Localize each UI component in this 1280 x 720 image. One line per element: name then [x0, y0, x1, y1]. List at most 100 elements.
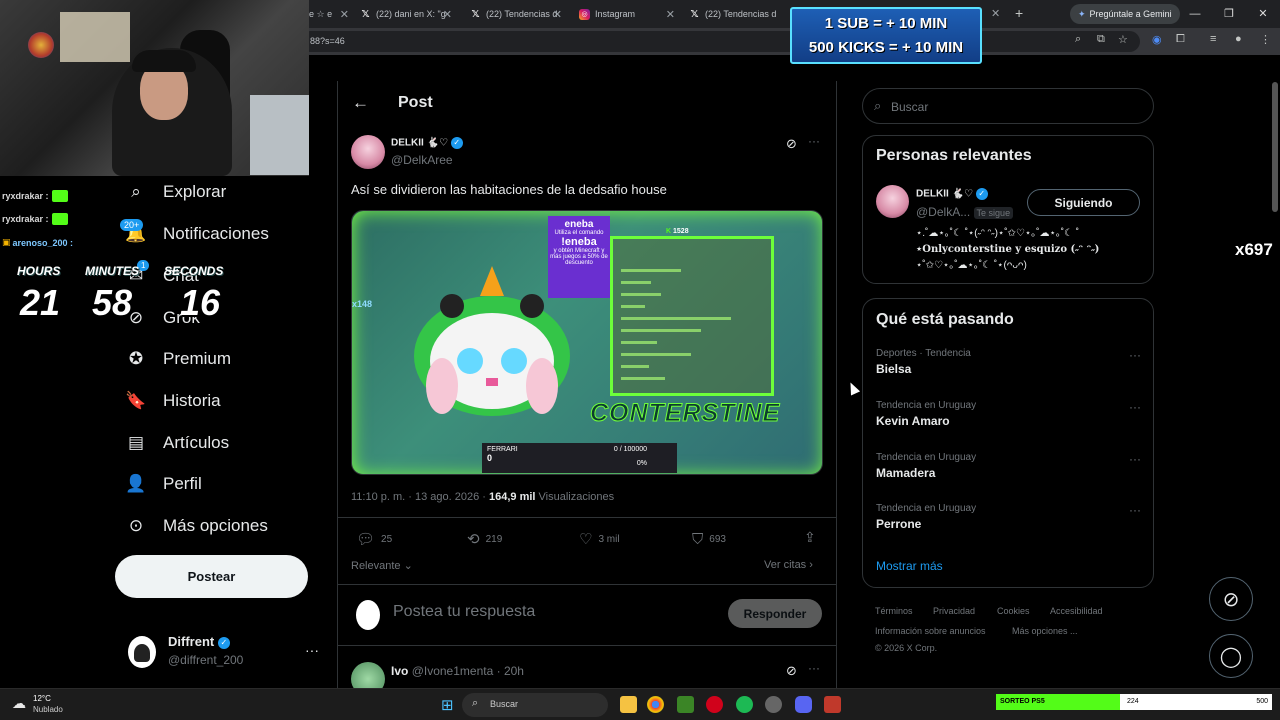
minecraft-icon[interactable]	[677, 696, 694, 713]
nav-explorar[interactable]: ⌕ Explorar	[125, 177, 226, 207]
avatar[interactable]	[128, 636, 156, 668]
close-tab-icon[interactable]: ✕	[340, 8, 349, 21]
weather-temp[interactable]: 12°C	[33, 694, 51, 703]
url-field[interactable]: 88?s=46	[300, 31, 1140, 52]
trend-more-icon[interactable]: ···	[1129, 400, 1141, 414]
nav-mas-opciones[interactable]: ⊙ Más opciones	[125, 511, 268, 541]
footer-privacy[interactable]: Privacidad	[933, 606, 975, 616]
discord-icon[interactable]	[795, 696, 812, 713]
menu-kebab-icon[interactable]: ⋮	[1260, 33, 1271, 46]
account-more-icon[interactable]: ···	[305, 642, 319, 658]
close-window-icon[interactable]: ✕	[1246, 0, 1280, 28]
extensions-puzzle-icon[interactable]: ⧠	[1176, 33, 1185, 46]
footer-terms[interactable]: Términos	[875, 606, 913, 616]
steam-icon[interactable]	[765, 696, 782, 713]
person-handle: @DelkA...	[916, 205, 971, 219]
person-name-row[interactable]: DELKII 🐇♡ ✓	[916, 188, 988, 200]
close-tab-icon[interactable]: ✕	[991, 7, 1000, 20]
footer-more[interactable]: Más opciones ...	[1012, 626, 1078, 636]
bio-line: ⋆˚✩♡⋆｡˚☁︎⋆｡˚☾ ˚⋆(ᴖᴗᴖ)	[916, 260, 1027, 271]
minimize-icon[interactable]: —	[1178, 0, 1212, 28]
post-media-image[interactable]: x148 eneba Utiliza el comando !eneba y o…	[351, 210, 823, 475]
app-icon[interactable]	[824, 696, 841, 713]
share-icon[interactable]: ⇪	[804, 529, 816, 546]
chrome-icon[interactable]	[647, 696, 664, 713]
bookmark-button[interactable]: ⛉ 693	[692, 531, 726, 548]
trend-more-icon[interactable]: ···	[1129, 348, 1141, 362]
file-explorer-icon[interactable]	[620, 696, 637, 713]
back-arrow-icon[interactable]: ←	[352, 93, 369, 113]
view-count: 164,9 mil	[489, 491, 536, 503]
show-more-link[interactable]: Mostrar más	[876, 559, 943, 573]
browser-tab[interactable]: 𝕏 (22) Tendencias d ✕	[470, 4, 562, 24]
trend-more-icon[interactable]: ···	[1129, 503, 1141, 517]
author-handle[interactable]: @DelkAree	[391, 153, 453, 167]
spotify-icon[interactable]	[736, 696, 753, 713]
following-button[interactable]: Siguiendo	[1027, 189, 1140, 216]
nav-notificaciones[interactable]: 🔔 Notificaciones	[125, 219, 268, 249]
close-tab-icon[interactable]: ✕	[666, 8, 675, 21]
nav-articulos[interactable]: ▤ Artículos	[125, 428, 229, 458]
post-more-icon[interactable]: ···	[808, 134, 820, 148]
tab-title: (22) Tendencias d	[486, 9, 558, 19]
close-tab-icon[interactable]: ✕	[443, 8, 452, 21]
trend-item[interactable]: Tendencia en Uruguay Perrone ···	[876, 503, 1141, 531]
scrollbar[interactable]	[1272, 82, 1278, 212]
extension-icon[interactable]: ◉	[1152, 33, 1162, 46]
trend-more-icon[interactable]: ···	[1129, 452, 1141, 466]
sort-label: Relevante	[351, 560, 401, 572]
footer-cookies[interactable]: Cookies	[997, 606, 1030, 616]
media-multiplier: x148	[352, 299, 373, 309]
sort-dropdown[interactable]: Relevante ⌄	[351, 559, 413, 572]
browser-tab[interactable]: ◎ Instagram ✕	[579, 4, 675, 24]
opera-icon[interactable]	[706, 696, 723, 713]
nav-perfil[interactable]: 👤 Perfil	[125, 469, 201, 499]
nav-premium[interactable]: ✪ Premium	[125, 344, 231, 374]
author-name: DELKII 🐇♡	[391, 137, 448, 149]
trend-item[interactable]: Tendencia en Uruguay Mamadera ···	[876, 452, 1141, 480]
view-quotes-link[interactable]: Ver citas ›	[764, 559, 813, 571]
reply-author-row[interactable]: Ivo @Ivone1menta · 20h	[391, 664, 524, 678]
like-button[interactable]: ♡ 3 mil	[579, 531, 620, 548]
new-tab-icon[interactable]: +	[1015, 5, 1023, 21]
windows-start-icon[interactable]: ⊞	[441, 696, 454, 714]
close-tab-icon[interactable]: ✕	[553, 8, 562, 21]
post-button[interactable]: Postear	[115, 555, 308, 598]
grok-explain-icon[interactable]: ⊘	[786, 663, 797, 679]
footer-accessibility[interactable]: Accesibilidad	[1050, 606, 1103, 616]
browser-tab[interactable]: 𝕏 (22) Tendencias d	[689, 4, 781, 24]
profile-icon[interactable]: ●	[1235, 33, 1242, 45]
maximize-icon[interactable]: ❐	[1212, 0, 1246, 28]
cloud-icon: ☁	[12, 695, 26, 711]
weather-desc[interactable]: Nublado	[33, 705, 63, 714]
search-icon: ⌕	[131, 182, 141, 201]
browser-tab[interactable]: 𝕏 (22) dani en X: "g ✕	[360, 4, 452, 24]
grok-explain-icon[interactable]: ⊘	[786, 136, 797, 152]
footer-ads-info[interactable]: Información sobre anuncios	[875, 626, 986, 636]
messages-float-button[interactable]: ◯	[1209, 634, 1253, 678]
trend-item[interactable]: Deportes · Tendencia Bielsa ···	[876, 348, 1141, 376]
taskbar-search[interactable]: ⌕ Buscar	[462, 693, 608, 717]
avatar[interactable]	[356, 600, 380, 630]
trend-item[interactable]: Tendencia en Uruguay Kevin Amaro ···	[876, 400, 1141, 428]
repost-button[interactable]: ⟲ 219	[467, 531, 502, 548]
browser-tab[interactable]: e ☆ e ✕	[309, 4, 349, 24]
gemini-button[interactable]: ✦ Pregúntale a Gemini	[1070, 4, 1180, 24]
media-control-icon[interactable]: ≡	[1210, 33, 1216, 45]
account-switcher[interactable]: Diffrent ✓	[168, 634, 230, 649]
bookmark-star-icon[interactable]: ☆	[1118, 33, 1128, 46]
reply-more-icon[interactable]: ···	[808, 661, 820, 675]
install-icon[interactable]: ⧉	[1097, 33, 1105, 46]
reply-submit-button[interactable]: Responder	[728, 599, 822, 628]
more-circle-icon: ⊙	[128, 516, 144, 535]
nav-historia[interactable]: 🔖 Historia	[125, 386, 220, 416]
avatar[interactable]	[876, 185, 909, 218]
author-name-row[interactable]: DELKII 🐇♡ ✓	[391, 137, 463, 149]
avatar[interactable]	[351, 135, 385, 169]
grok-float-button[interactable]: ⊘	[1209, 577, 1253, 621]
zoom-icon[interactable]: ⌕	[1075, 33, 1081, 46]
account-name: Diffrent	[168, 634, 215, 649]
search-input[interactable]: ⌕ Buscar	[862, 88, 1154, 124]
reply-input[interactable]: Postea tu respuesta	[393, 603, 535, 621]
reply-button[interactable]: 💬︎ 25	[356, 531, 392, 548]
